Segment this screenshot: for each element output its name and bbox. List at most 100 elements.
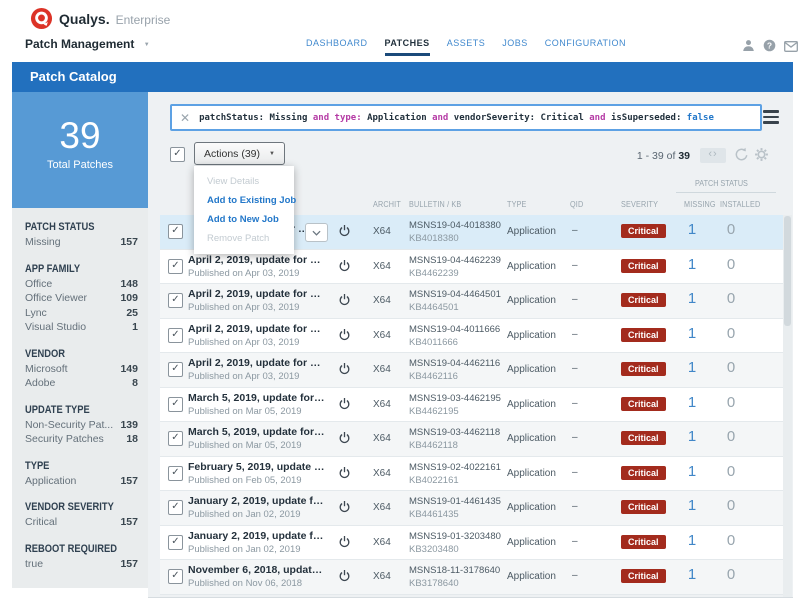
clear-search-icon[interactable]: ✕ [180, 111, 190, 125]
select-all-checkbox[interactable]: ✓ [170, 147, 185, 162]
row-checkbox[interactable]: ✓ [168, 466, 183, 481]
filter-item-label: Lync [25, 307, 47, 321]
archit-cell: X64 [373, 364, 391, 375]
filter-item[interactable]: Office148 [25, 278, 138, 292]
patch-title: November 6, 2018, updat… [188, 564, 322, 576]
table-row[interactable]: ✓April 2, 2019, update for …Published on… [160, 319, 783, 354]
qualys-logo-icon [30, 7, 53, 30]
row-checkbox[interactable]: ✓ [168, 569, 183, 584]
nav-tab-jobs[interactable]: JOBS [502, 38, 528, 56]
help-icon[interactable]: ? [763, 39, 776, 57]
mail-icon[interactable] [784, 39, 798, 57]
filter-item-label: Non-Security Pat... [25, 419, 113, 433]
type-cell: Application [507, 399, 556, 410]
scrollbar-thumb[interactable] [784, 216, 791, 326]
nav-tab-patches[interactable]: PATCHES [385, 38, 430, 56]
row-checkbox[interactable]: ✓ [168, 224, 183, 239]
nav-tab-assets[interactable]: ASSETS [447, 38, 486, 56]
filter-item[interactable]: Security Patches18 [25, 433, 138, 447]
filter-item[interactable]: true 157 [25, 558, 138, 572]
query-token: and [589, 113, 611, 123]
refresh-icon[interactable] [734, 147, 749, 167]
row-checkbox[interactable]: ✓ [168, 259, 183, 274]
table-row[interactable]: ✓November 6, 2018, updat…Published on No… [160, 560, 783, 595]
filter-item-count: 157 [120, 236, 138, 250]
row-checkbox[interactable]: ✓ [168, 328, 183, 343]
table-row[interactable]: ✓January 2, 2019, update f…Published on … [160, 526, 783, 561]
row-checkbox[interactable]: ✓ [168, 397, 183, 412]
archit-cell: X64 [373, 226, 391, 237]
module-selector[interactable]: Patch Management ▼ [25, 37, 150, 51]
menu-item-add-to-existing-job[interactable]: Add to Existing Job [194, 191, 294, 210]
chevron-down-icon [312, 230, 321, 236]
published-date: Published on Apr 03, 2019 [188, 371, 299, 382]
filter-item[interactable]: Non-Security Pat... 139 [25, 419, 138, 433]
filters-sidebar: PATCH STATUSMissing157APP FAMILYOffice14… [12, 208, 148, 588]
filter-item[interactable]: Missing 157 [25, 236, 138, 250]
published-date: Published on Apr 03, 2019 [188, 337, 299, 348]
nav-tab-dashboard[interactable]: DASHBOARD [306, 38, 368, 56]
user-icon[interactable] [742, 39, 755, 57]
gear-icon[interactable] [754, 147, 769, 167]
menu-item-view-details: View Details [194, 172, 294, 191]
table-row[interactable]: ✓April 2, 2019, update for …Published on… [160, 353, 783, 388]
filter-item-count: 139 [120, 419, 138, 433]
filter-item-label: true [25, 558, 43, 572]
table-row[interactable]: ✓April 2, 2019, update for …Published on… [160, 250, 783, 285]
table-row[interactable]: ✓March 5, 2019, update for…Published on … [160, 388, 783, 423]
archit-cell: X64 [373, 433, 391, 444]
patch-title: April 2, 2019, update for … [188, 288, 320, 300]
main-nav: DASHBOARD PATCHES ASSETS JOBS CONFIGURATION [306, 38, 626, 56]
filter-item[interactable]: Office Viewer109 [25, 292, 138, 306]
row-checkbox[interactable]: ✓ [168, 500, 183, 515]
filter-section-title: VENDOR [25, 348, 135, 360]
row-checkbox[interactable]: ✓ [168, 535, 183, 550]
missing-count: 1 [681, 359, 703, 376]
filter-item[interactable]: Critical157 [25, 516, 138, 530]
filter-item[interactable]: Lync25 [25, 307, 138, 321]
installed-count: 0 [720, 221, 742, 238]
table-row[interactable]: ✓March 5, 2019, update for…Published on … [160, 422, 783, 457]
missing-count: 1 [681, 463, 703, 480]
table-row[interactable]: ✓January 2, 2019, update f…Published on … [160, 491, 783, 526]
archit-cell: X64 [373, 468, 391, 479]
qid-cell: – [572, 501, 578, 512]
query-token: and [313, 113, 335, 123]
severity-badge: Critical [621, 328, 666, 342]
actions-button[interactable]: Actions (39) ▼ [194, 142, 285, 165]
filter-item[interactable]: Adobe8 [25, 377, 138, 391]
row-checkbox[interactable]: ✓ [168, 362, 183, 377]
qid-cell: – [572, 398, 578, 409]
missing-count: 1 [681, 532, 703, 549]
scrollbar[interactable] [783, 215, 792, 597]
nav-tab-configuration[interactable]: CONFIGURATION [545, 38, 626, 56]
filter-item-label: Office Viewer [25, 292, 87, 306]
pager-arrows[interactable]: ‹› [700, 148, 726, 163]
filter-item-label: Missing [25, 236, 61, 250]
filter-item[interactable]: Microsoft149 [25, 363, 138, 377]
filter-section-title: UPDATE TYPE [25, 404, 135, 416]
filter-item[interactable]: Application157 [25, 475, 138, 489]
row-checkbox[interactable]: ✓ [168, 293, 183, 308]
patch-title: March 5, 2019, update for… [188, 392, 325, 404]
filter-section-title: VENDOR SEVERITY [25, 501, 135, 513]
search-bar[interactable]: ✕ patchStatus: Missing and type: Applica… [170, 104, 762, 131]
installed-count: 0 [720, 428, 742, 445]
menu-item-add-to-new-job[interactable]: Add to New Job [194, 210, 294, 229]
type-cell: Application [507, 433, 556, 444]
power-icon [338, 259, 351, 277]
actions-menu: View DetailsAdd to Existing JobAdd to Ne… [194, 166, 294, 254]
expander-button[interactable] [305, 223, 328, 242]
missing-count: 1 [681, 256, 703, 273]
search-query-input[interactable]: patchStatus: Missing and type: Applicati… [199, 113, 714, 123]
table-row[interactable]: ✓February 5, 2019, update …Published on … [160, 457, 783, 492]
filter-item-label: Security Patches [25, 433, 104, 447]
archit-cell: X64 [373, 502, 391, 513]
filter-item[interactable]: Visual Studio1 [25, 321, 138, 335]
filter-item-count: 157 [120, 558, 138, 572]
table-row[interactable]: ✓April 2, 2019, update for …Published on… [160, 284, 783, 319]
menu-icon[interactable] [763, 110, 779, 127]
row-checkbox[interactable]: ✓ [168, 431, 183, 446]
severity-badge: Critical [621, 431, 666, 445]
column-header-qid: QID [570, 199, 586, 209]
